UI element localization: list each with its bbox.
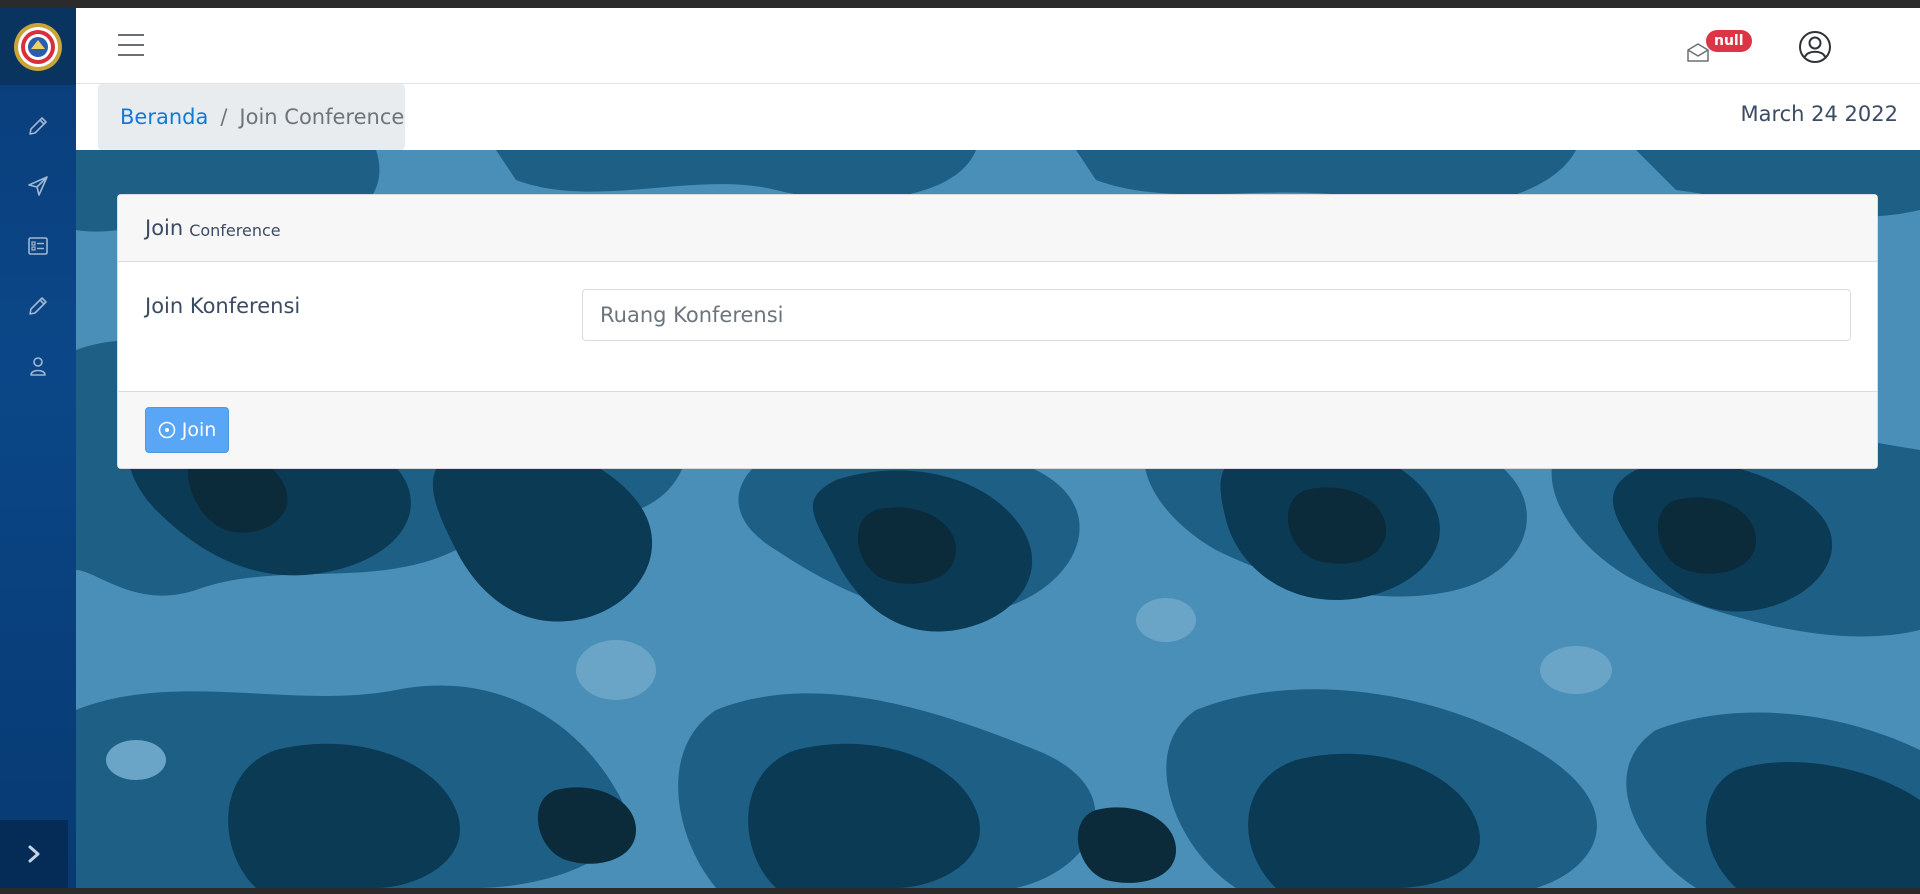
- conference-room-input[interactable]: [582, 289, 1851, 341]
- app-logo[interactable]: [0, 8, 76, 85]
- hamburger-icon: [118, 34, 144, 36]
- user-icon: [30, 357, 46, 376]
- card-body: Join Konferensi: [118, 262, 1877, 391]
- join-button[interactable]: Join: [145, 407, 229, 453]
- sidebar-nav: [0, 96, 76, 396]
- chevron-right-icon: [28, 845, 40, 863]
- emblem-icon: [14, 22, 62, 71]
- list-card-icon: [28, 237, 48, 255]
- breadcrumb-current: Join Conference: [239, 105, 405, 129]
- card-title: Join: [145, 216, 184, 240]
- join-conference-card: Join Conference Join Konferensi Join: [117, 194, 1878, 469]
- sidebar-item-list[interactable]: [0, 216, 76, 276]
- pencil-icon: [29, 297, 47, 315]
- pencil-icon: [29, 117, 47, 135]
- hamburger-icon-line: [118, 54, 144, 56]
- breadcrumb-home-link[interactable]: Beranda: [120, 105, 208, 129]
- notifications-button[interactable]: null: [1686, 30, 1752, 72]
- sidebar: [0, 8, 76, 888]
- subheader: Beranda / Join Conference March 24 2022: [76, 84, 1920, 150]
- window-bottom-strip: [0, 888, 1920, 894]
- top-header: null: [76, 8, 1920, 84]
- sidebar-item-write[interactable]: [0, 276, 76, 336]
- current-date: March 24 2022: [1740, 102, 1898, 126]
- user-circle-icon: [1799, 31, 1831, 63]
- window-top-strip: [0, 0, 1920, 8]
- hamburger-icon-line: [118, 44, 144, 46]
- card-footer: Join: [118, 391, 1877, 468]
- user-profile-button[interactable]: [1798, 30, 1832, 64]
- card-subtitle: Conference: [189, 220, 281, 240]
- conference-field-label: Join Konferensi: [145, 294, 301, 318]
- breadcrumb: Beranda / Join Conference: [98, 84, 405, 150]
- notification-badge: null: [1706, 30, 1752, 52]
- card-header: Join Conference: [118, 195, 1877, 262]
- sidebar-toggle-button[interactable]: [0, 820, 68, 888]
- send-icon: [28, 176, 48, 196]
- sidebar-item-send[interactable]: [0, 156, 76, 216]
- target-icon: [158, 421, 175, 439]
- sidebar-item-edit[interactable]: [0, 96, 76, 156]
- breadcrumb-separator: /: [220, 105, 228, 129]
- join-button-label: Join: [181, 419, 217, 441]
- main-content: Join Conference Join Konferensi Join: [76, 150, 1920, 888]
- menu-toggle-button[interactable]: [118, 34, 146, 58]
- sidebar-item-user[interactable]: [0, 336, 76, 396]
